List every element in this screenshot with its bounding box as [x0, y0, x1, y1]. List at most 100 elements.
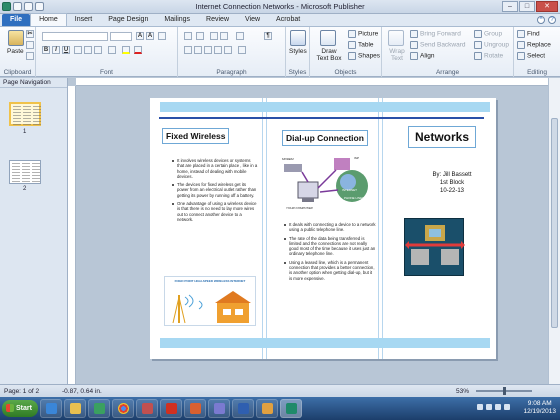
find-button[interactable]: Find [517, 30, 540, 38]
taskbar-explorer-button[interactable] [64, 399, 86, 418]
select-button[interactable]: Select [517, 52, 545, 60]
wrap-text-button[interactable]: Wrap Text [386, 48, 408, 62]
underline-button[interactable]: U [62, 46, 70, 54]
maximize-button[interactable]: □ [519, 1, 535, 12]
paragraph-spacing-icon[interactable] [238, 46, 246, 54]
taskbar-word-button[interactable] [232, 399, 254, 418]
align-left-icon[interactable] [184, 46, 192, 54]
author-block[interactable]: By: Jill Bassett 1st Block 10-22-13 [412, 171, 492, 195]
tab-home[interactable]: Home [30, 13, 67, 26]
shapes-button[interactable]: Shapes [348, 52, 380, 60]
styles-icon[interactable] [290, 30, 306, 46]
align-right-icon[interactable] [204, 46, 212, 54]
zoom-level[interactable]: 53% [456, 388, 469, 395]
copy-icon[interactable] [26, 41, 34, 49]
change-case-icon[interactable] [108, 46, 116, 54]
system-clock[interactable]: 9:08 AM 12/19/2013 [523, 400, 556, 416]
align-button[interactable]: Align [410, 52, 434, 60]
minimize-button[interactable]: – [502, 1, 518, 12]
justify-icon[interactable] [214, 46, 222, 54]
italic-button[interactable]: I [52, 46, 60, 54]
line-spacing-icon[interactable] [236, 32, 244, 40]
clear-formatting-icon[interactable] [158, 32, 166, 40]
draw-text-box-icon[interactable] [320, 30, 336, 46]
bullets-icon[interactable] [184, 32, 192, 40]
tab-insert[interactable]: Insert [67, 14, 101, 26]
taskbar-app-button[interactable] [136, 399, 158, 418]
help-icon[interactable]: ? [548, 16, 556, 24]
taskbar-acrobat-button[interactable] [160, 399, 182, 418]
increase-indent-icon[interactable] [220, 32, 228, 40]
horizontal-ruler[interactable] [76, 78, 548, 86]
cursor-position: -0.87, 0.64 in. [62, 388, 102, 395]
vertical-scrollbar[interactable] [548, 78, 560, 384]
tray-icon[interactable] [495, 404, 501, 410]
tab-file[interactable]: File [2, 14, 31, 26]
decrease-indent-icon[interactable] [210, 32, 218, 40]
fixed-wireless-diagram[interactable]: FIXED POINT HIGH-SPEED WIRELESS INTERNET [164, 276, 256, 326]
taskbar-app-button[interactable] [208, 399, 230, 418]
close-button[interactable]: ✕ [536, 1, 558, 12]
tab-page-design[interactable]: Page Design [100, 14, 156, 26]
taskbar-chrome-button[interactable] [112, 399, 134, 418]
send-backward-button[interactable]: Send Backward [410, 41, 466, 49]
font-name-combo[interactable] [42, 32, 108, 41]
dial-up-diagram[interactable]: MODEM ISP INTERNET PHONE LINES YOUR COMP… [278, 154, 374, 214]
styles-button[interactable]: Styles [289, 48, 307, 55]
align-center-icon[interactable] [194, 46, 202, 54]
start-button[interactable]: Start [2, 400, 38, 417]
taskbar-publisher-button[interactable] [280, 399, 302, 418]
networks-title[interactable]: Networks [408, 126, 477, 148]
tab-acrobat[interactable]: Acrobat [268, 14, 308, 26]
format-painter-icon[interactable] [26, 52, 34, 60]
table-button[interactable]: Table [348, 41, 374, 49]
vertical-ruler[interactable] [68, 86, 76, 384]
bring-forward-button[interactable]: Bring Forward [410, 30, 461, 38]
page-indicator[interactable]: Page: 1 of 2 [4, 388, 39, 395]
draw-text-box-button[interactable]: Draw Text Box [315, 48, 343, 62]
wrap-text-icon[interactable] [388, 30, 404, 46]
taskbar-scratch-button[interactable] [256, 399, 278, 418]
paste-icon[interactable] [8, 30, 24, 46]
strikethrough-icon[interactable] [74, 46, 82, 54]
font-size-combo[interactable] [110, 32, 132, 41]
publication-page[interactable]: Fixed Wireless It involves wireless devi… [150, 98, 496, 359]
taskbar-powerpoint-button[interactable] [184, 399, 206, 418]
tray-icon[interactable] [477, 404, 483, 410]
paste-button[interactable]: Paste [7, 48, 24, 55]
group-button[interactable]: Group [474, 30, 502, 38]
grow-font-icon[interactable]: A [136, 32, 144, 40]
tray-icon[interactable] [486, 404, 492, 410]
font-color-icon[interactable] [134, 46, 142, 54]
scroll-thumb[interactable] [551, 118, 558, 328]
tab-view[interactable]: View [237, 14, 268, 26]
fixed-wireless-bullets[interactable]: It involves wireless devices or systems … [172, 158, 258, 225]
replace-button[interactable]: Replace [517, 41, 551, 49]
show-formatting-icon[interactable]: ¶ [264, 32, 272, 40]
volume-icon[interactable] [504, 404, 510, 410]
page-thumbnail-2[interactable] [9, 160, 41, 184]
tab-review[interactable]: Review [198, 14, 237, 26]
subscript-icon[interactable] [84, 46, 92, 54]
rotate-button[interactable]: Rotate [474, 52, 503, 60]
bold-button[interactable]: B [42, 46, 50, 54]
shrink-font-icon[interactable]: A [146, 32, 154, 40]
zoom-slider[interactable] [476, 387, 532, 395]
fixed-wireless-heading[interactable]: Fixed Wireless [162, 128, 230, 144]
tab-mailings[interactable]: Mailings [156, 14, 198, 26]
picture-button[interactable]: Picture [348, 30, 378, 38]
ungroup-button[interactable]: Ungroup [474, 41, 509, 49]
dial-up-bullets[interactable]: It deals with connecting a device to a n… [284, 222, 376, 284]
zoom-slider-thumb[interactable] [503, 387, 506, 395]
superscript-icon[interactable] [94, 46, 102, 54]
taskbar-media-button[interactable] [88, 399, 110, 418]
dial-up-heading[interactable]: Dial-up Connection [282, 130, 368, 146]
distribute-icon[interactable] [224, 46, 232, 54]
highlight-icon[interactable] [122, 46, 130, 54]
page-thumbnail-1[interactable] [9, 102, 41, 126]
cut-icon[interactable]: ✂ [26, 30, 34, 38]
numbering-icon[interactable] [196, 32, 204, 40]
taskbar-ie-button[interactable] [40, 399, 62, 418]
minimize-ribbon-icon[interactable]: ^ [537, 16, 545, 24]
network-clipart[interactable] [404, 218, 465, 276]
